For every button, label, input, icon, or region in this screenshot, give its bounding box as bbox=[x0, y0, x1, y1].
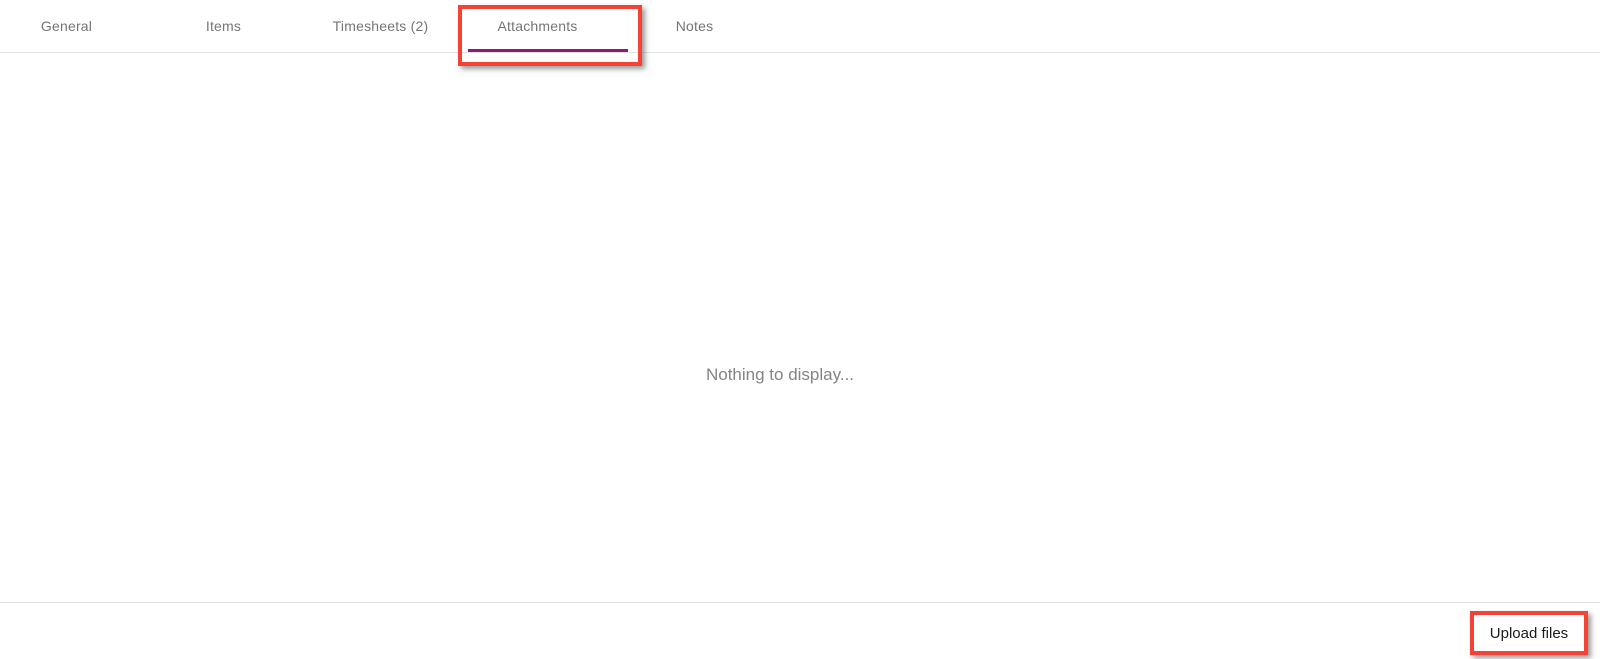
attachments-page: General Items Timesheets (2) Attachments… bbox=[0, 0, 1600, 659]
tab-general[interactable]: General bbox=[0, 0, 145, 52]
empty-state-message: Nothing to display... bbox=[0, 365, 1560, 385]
active-tab-indicator bbox=[468, 49, 628, 52]
tab-notes[interactable]: Notes bbox=[616, 0, 773, 52]
annotation-box-upload-files: Upload files bbox=[1470, 611, 1588, 655]
tab-bar: General Items Timesheets (2) Attachments… bbox=[0, 0, 1600, 53]
tab-timesheets[interactable]: Timesheets (2) bbox=[302, 0, 459, 52]
upload-files-button[interactable]: Upload files bbox=[1482, 621, 1576, 646]
tab-content-area: Nothing to display... bbox=[0, 53, 1600, 603]
tab-items[interactable]: Items bbox=[145, 0, 302, 52]
tab-attachments[interactable]: Attachments bbox=[459, 0, 616, 52]
footer-bar: Upload files bbox=[0, 603, 1600, 659]
